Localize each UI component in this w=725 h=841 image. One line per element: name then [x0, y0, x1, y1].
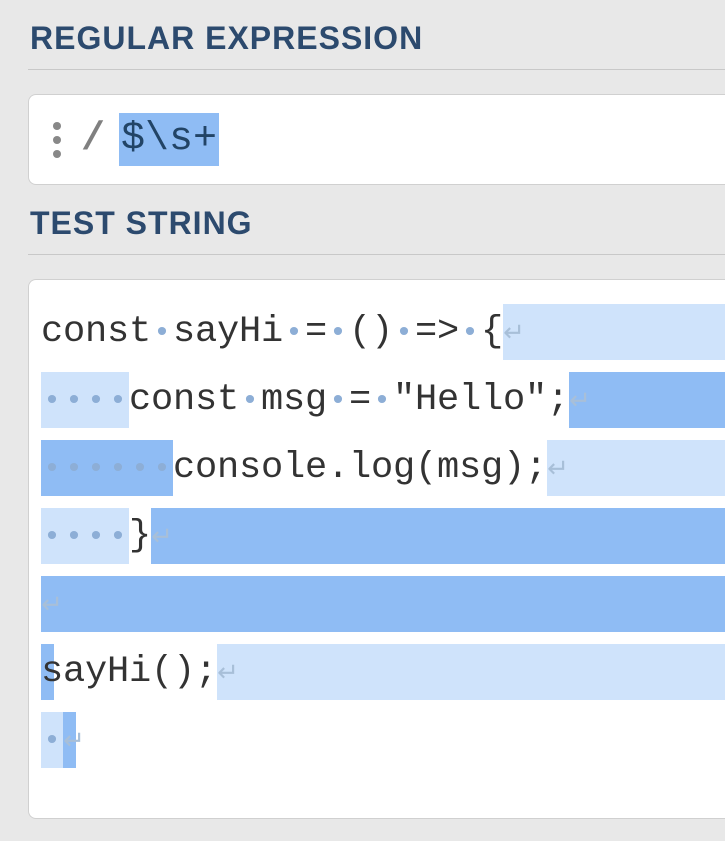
match-highlight: [41, 576, 725, 632]
regex-token-class: \s: [145, 117, 193, 162]
space-marker: •: [327, 319, 349, 349]
space-marker: •: [283, 319, 305, 349]
newline-marker: ↵: [547, 457, 569, 483]
regex-input-box[interactable]: / $\s+: [28, 94, 725, 185]
regex-pattern[interactable]: $\s+: [119, 113, 219, 166]
space-marker: •: [85, 387, 107, 417]
space-marker: •: [41, 455, 63, 485]
space-marker: •: [63, 455, 85, 485]
match-highlight: [151, 508, 725, 564]
newline-marker: ↵: [569, 389, 591, 415]
test-section-heading: TEST STRING: [28, 185, 725, 255]
regex-delimiter: /: [81, 117, 105, 162]
code-line: sayHi();↵: [41, 638, 239, 706]
space-marker: •: [107, 387, 129, 417]
match-highlight: [503, 304, 725, 360]
space-marker: •: [85, 523, 107, 553]
regex-token-quant: +: [193, 117, 217, 162]
newline-marker: ↵: [503, 321, 525, 347]
match-highlight: [547, 440, 725, 496]
newline-marker: ↵: [151, 525, 173, 551]
newline-marker: ↵: [41, 593, 63, 619]
code-line: const•sayHi•=•()•=>•{↵: [41, 298, 525, 366]
newline-marker: ↵: [63, 729, 85, 755]
newline-marker: ↵: [217, 661, 239, 687]
code-line: ••••const•msg•=•"Hello";↵: [41, 366, 591, 434]
space-marker: •: [41, 387, 63, 417]
space-marker: •: [85, 455, 107, 485]
space-marker: •: [327, 387, 349, 417]
space-marker: •: [239, 387, 261, 417]
space-marker: •: [41, 523, 63, 553]
code-line: •↵: [41, 706, 85, 774]
space-marker: •: [393, 319, 415, 349]
space-marker: •: [63, 387, 85, 417]
space-marker: •: [151, 319, 173, 349]
space-marker: •: [129, 455, 151, 485]
match-highlight: [217, 644, 725, 700]
space-marker: •: [107, 523, 129, 553]
regex-section-heading: REGULAR EXPRESSION: [28, 0, 725, 70]
space-marker: •: [107, 455, 129, 485]
space-marker: •: [63, 523, 85, 553]
menu-dots-icon[interactable]: [47, 118, 67, 162]
space-marker: •: [371, 387, 393, 417]
test-string-editor[interactable]: const•sayHi•=•()•=>•{↵••••const•msg•=•"H…: [28, 279, 725, 819]
space-marker: •: [459, 319, 481, 349]
code-line: ••••}↵: [41, 502, 173, 570]
code-line: ••••••console.log(msg);↵: [41, 434, 569, 502]
regex-token-anchor: $: [121, 117, 145, 162]
code-line: ↵: [41, 570, 63, 638]
space-marker: •: [151, 455, 173, 485]
space-marker: •: [41, 727, 63, 757]
match-highlight: [569, 372, 725, 428]
